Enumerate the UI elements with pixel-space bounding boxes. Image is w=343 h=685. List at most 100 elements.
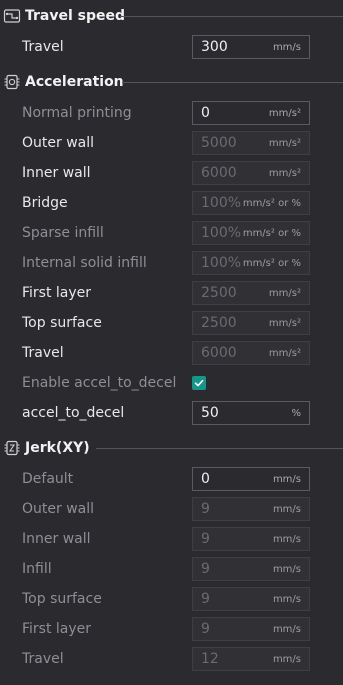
field-value[interactable]: 9 <box>201 531 210 547</box>
section-header-acceleration: Acceleration <box>0 71 343 93</box>
section-divider <box>122 81 343 83</box>
setting-label: Travel <box>22 39 64 55</box>
setting-row-jerk-top-surface: Top surface 9 mm/s <box>0 585 343 615</box>
setting-label: accel_to_decel <box>22 405 125 421</box>
field-unit: mm/s² <box>268 138 301 149</box>
jerk-icon <box>3 439 21 457</box>
field-unit: mm/s <box>272 594 301 605</box>
field-value[interactable]: 100% <box>201 225 241 241</box>
field-unit: mm/s <box>272 624 301 635</box>
setting-row-outer-wall-accel: Outer wall 5000 mm/s² <box>0 129 343 159</box>
setting-label: First layer <box>22 285 92 301</box>
setting-label: Inner wall <box>22 531 91 547</box>
field-value[interactable]: 300 <box>201 39 228 55</box>
first-layer-accel-input[interactable]: 2500 mm/s² <box>192 281 310 305</box>
field-unit: mm/s² <box>268 348 301 359</box>
section-divider <box>120 15 343 17</box>
setting-label: Inner wall <box>22 165 91 181</box>
setting-row-jerk-outer-wall: Outer wall 9 mm/s <box>0 495 343 525</box>
field-value[interactable]: 2500 <box>201 315 237 331</box>
jerk-top-surface-input[interactable]: 9 mm/s <box>192 587 310 611</box>
field-value[interactable]: 2500 <box>201 285 237 301</box>
setting-row-jerk-infill: Infill 9 mm/s <box>0 555 343 585</box>
setting-label: Internal solid infill <box>22 255 147 271</box>
field-value[interactable]: 100% <box>201 255 241 271</box>
travel-speed-input[interactable]: 300 mm/s <box>192 35 310 59</box>
setting-label: Top surface <box>22 591 102 607</box>
field-value[interactable]: 9 <box>201 501 210 517</box>
setting-label: Top surface <box>22 315 102 331</box>
section-title: Jerk(XY) <box>25 440 90 456</box>
jerk-first-layer-input[interactable]: 9 mm/s <box>192 617 310 641</box>
enable-accel-to-decel-checkbox[interactable] <box>192 376 206 390</box>
setting-row-jerk-first-layer: First layer 9 mm/s <box>0 615 343 645</box>
field-value[interactable]: 50 <box>201 405 219 421</box>
setting-row-internal-solid-infill-accel: Internal solid infill 100% mm/s² or % <box>0 249 343 279</box>
outer-wall-accel-input[interactable]: 5000 mm/s² <box>192 131 310 155</box>
field-value[interactable]: 5000 <box>201 135 237 151</box>
setting-row-bridge-accel: Bridge 100% mm/s² or % <box>0 189 343 219</box>
setting-row-enable-accel-to-decel: Enable accel_to_decel <box>0 369 343 399</box>
travel-speed-icon <box>3 7 21 25</box>
field-value[interactable]: 9 <box>201 561 210 577</box>
setting-row-jerk-inner-wall: Inner wall 9 mm/s <box>0 525 343 555</box>
field-unit: mm/s² or % <box>242 228 301 239</box>
setting-row-inner-wall-accel: Inner wall 6000 mm/s² <box>0 159 343 189</box>
accel-to-decel-input[interactable]: 50 % <box>192 401 310 425</box>
section-divider <box>96 447 343 449</box>
setting-label: Travel <box>22 345 64 361</box>
field-value[interactable]: 12 <box>201 651 219 667</box>
field-value[interactable]: 9 <box>201 591 210 607</box>
field-unit: mm/s² <box>268 288 301 299</box>
section-title: Acceleration <box>25 74 124 90</box>
field-value[interactable]: 0 <box>201 105 210 121</box>
jerk-inner-wall-input[interactable]: 9 mm/s <box>192 527 310 551</box>
setting-label: First layer <box>22 621 92 637</box>
setting-label: Infill <box>22 561 52 577</box>
field-value[interactable]: 9 <box>201 621 210 637</box>
field-value[interactable]: 100% <box>201 195 241 211</box>
normal-printing-accel-input[interactable]: 0 mm/s² <box>192 101 310 125</box>
field-unit: mm/s² or % <box>242 258 301 269</box>
setting-label: Normal printing <box>22 105 132 121</box>
setting-row-normal-printing: Normal printing 0 mm/s² <box>0 99 343 129</box>
field-value[interactable]: 6000 <box>201 345 237 361</box>
field-unit: mm/s <box>272 42 301 53</box>
checkmark-icon <box>194 379 204 387</box>
bridge-accel-input[interactable]: 100% mm/s² or % <box>192 191 310 215</box>
field-unit: mm/s² <box>268 318 301 329</box>
setting-label: Default <box>22 471 74 487</box>
jerk-default-input[interactable]: 0 mm/s <box>192 467 310 491</box>
sparse-infill-accel-input[interactable]: 100% mm/s² or % <box>192 221 310 245</box>
setting-row-jerk-default: Default 0 mm/s <box>0 465 343 495</box>
setting-label: Sparse infill <box>22 225 104 241</box>
jerk-infill-input[interactable]: 9 mm/s <box>192 557 310 581</box>
field-value[interactable]: 0 <box>201 471 210 487</box>
setting-row-sparse-infill-accel: Sparse infill 100% mm/s² or % <box>0 219 343 249</box>
setting-row-jerk-travel: Travel 12 mm/s <box>0 645 343 675</box>
field-unit: mm/s² <box>268 108 301 119</box>
field-unit: mm/s² <box>268 168 301 179</box>
top-surface-accel-input[interactable]: 2500 mm/s² <box>192 311 310 335</box>
setting-row-top-surface-accel: Top surface 2500 mm/s² <box>0 309 343 339</box>
section-title: Travel speed <box>25 8 126 24</box>
section-header-jerk: Jerk(XY) <box>0 437 343 459</box>
acceleration-icon <box>3 73 21 91</box>
section-header-travel-speed: Travel speed <box>0 5 343 27</box>
setting-row-travel-accel: Travel 6000 mm/s² <box>0 339 343 369</box>
jerk-outer-wall-input[interactable]: 9 mm/s <box>192 497 310 521</box>
travel-accel-input[interactable]: 6000 mm/s² <box>192 341 310 365</box>
setting-label: Travel <box>22 651 64 667</box>
field-value[interactable]: 6000 <box>201 165 237 181</box>
field-unit: mm/s² or % <box>242 198 301 209</box>
field-unit: mm/s <box>272 504 301 515</box>
field-unit: % <box>291 408 301 419</box>
setting-label: Outer wall <box>22 501 95 517</box>
internal-solid-infill-accel-input[interactable]: 100% mm/s² or % <box>192 251 310 275</box>
jerk-travel-input[interactable]: 12 mm/s <box>192 647 310 671</box>
field-unit: mm/s <box>272 564 301 575</box>
inner-wall-accel-input[interactable]: 6000 mm/s² <box>192 161 310 185</box>
setting-row-travel-speed: Travel 300 mm/s <box>0 33 343 63</box>
setting-label: Outer wall <box>22 135 95 151</box>
field-unit: mm/s <box>272 534 301 545</box>
